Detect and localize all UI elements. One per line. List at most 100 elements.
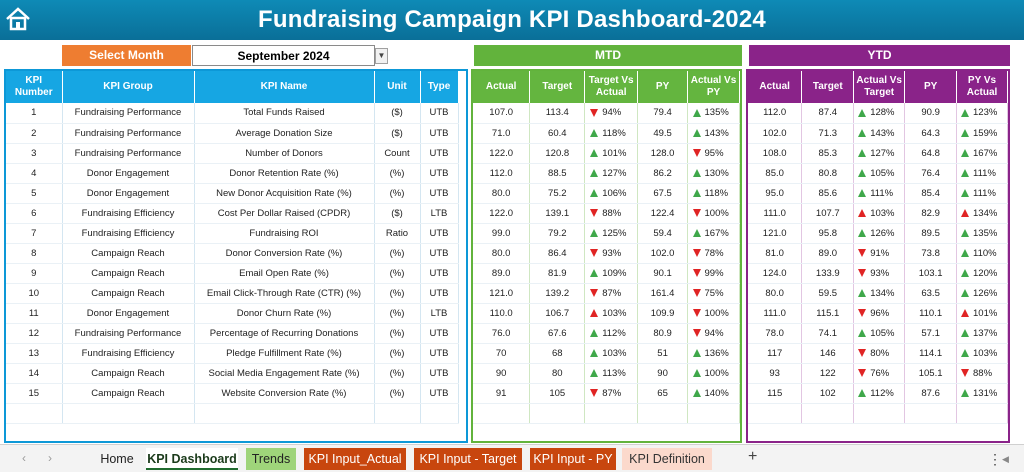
tab-kpi-input-py[interactable]: KPI Input - PY	[530, 448, 616, 470]
arrow-up-icon	[692, 348, 701, 357]
kpi-name-cell: Pledge Fulfillment Rate (%)	[194, 343, 375, 364]
mtd-indicator-cell: 100%	[687, 363, 740, 384]
ytd-row: 111.0 107.7 103% 82.9 134%	[748, 203, 1008, 224]
mtd-indicator-cell: 118%	[584, 123, 639, 144]
kpi-row: 5 Donor Engagement New Donor Acquisition R…	[6, 183, 459, 204]
mtd-percent-value: 75%	[704, 287, 724, 299]
mtd-py-cell: 122.4	[637, 203, 689, 224]
scroll-left-icon[interactable]: ‹	[22, 451, 26, 465]
mtd-percent-value: 100%	[704, 207, 729, 219]
mtd-indicator-cell: 136%	[687, 343, 740, 364]
ytd-actual-cell: 111.0	[748, 203, 803, 224]
ytd-py-cell: 87.6	[904, 383, 958, 404]
ytd-indicator-cell: 111%	[956, 163, 1008, 184]
ytd-percent-value: 111%	[973, 167, 996, 179]
mtd-target-cell: 139.2	[529, 283, 586, 304]
tab-trends[interactable]: Trends	[246, 448, 296, 470]
kpi-name-cell: Donor Conversion Rate (%)	[194, 243, 375, 264]
mtd-percent-value: 103%	[602, 347, 627, 359]
mtd-indicator-cell: 75%	[687, 283, 740, 304]
ytd-py-cell: 64.3	[904, 123, 958, 144]
ytd-actual-cell: 111.0	[748, 303, 803, 324]
kpi-row: 6 Fundraising Efficiency Cost Per Dollar R…	[6, 203, 459, 224]
arrow-up-icon	[858, 388, 867, 397]
empty-cell	[584, 403, 639, 424]
ytd-percent-value: 159%	[973, 127, 998, 139]
ytd-actual-cell: 85.0	[748, 163, 803, 184]
arrow-down-icon	[858, 268, 867, 277]
mtd-py-cell: 79.4	[637, 103, 689, 124]
ytd-percent-value: 105%	[870, 327, 895, 339]
more-options-icon[interactable]: ⋮	[988, 451, 1002, 468]
ytd-row: 102.0 71.3 143% 64.3 159%	[748, 123, 1008, 144]
ytd-py-cell: 76.4	[904, 163, 958, 184]
chevron-down-icon[interactable]: ▼	[375, 48, 388, 64]
mtd-percent-value: 112%	[602, 327, 626, 339]
mtd-header-target-vs-actual: Target Vs Actual	[584, 71, 639, 103]
ytd-indicator-cell: 105%	[853, 163, 906, 184]
scroll-right-icon[interactable]: ›	[48, 451, 52, 465]
ytd-actual-cell: 121.0	[748, 223, 803, 244]
mtd-indicator-cell: 100%	[687, 303, 740, 324]
mtd-target-cell: 88.5	[529, 163, 586, 184]
mtd-target-cell: 79.2	[529, 223, 586, 244]
mtd-py-cell: 59.4	[637, 223, 689, 244]
arrow-up-icon	[590, 368, 599, 377]
tab-kpi-dashboard[interactable]: KPI Dashboard	[146, 448, 238, 470]
select-month-dropdown[interactable]: September 2024	[192, 45, 375, 66]
mtd-actual-cell: 121.0	[473, 283, 531, 304]
arrow-down-icon	[692, 268, 701, 277]
kpi-group-cell: Campaign Reach	[62, 263, 195, 284]
ytd-target-cell: 85.3	[801, 143, 855, 164]
ytd-indicator-cell: 76%	[853, 363, 906, 384]
add-sheet-icon[interactable]: +	[748, 448, 757, 466]
tab-kpi-definition[interactable]: KPI Definition	[622, 448, 712, 470]
arrow-down-icon	[692, 288, 701, 297]
kpi-number-cell: 12	[6, 323, 63, 344]
mtd-target-cell: 105	[529, 383, 586, 404]
ytd-indicator-cell: 103%	[956, 343, 1008, 364]
arrow-down-icon	[692, 148, 701, 157]
arrow-up-icon	[692, 388, 701, 397]
tab-kpi-input-target[interactable]: KPI Input - Target	[414, 448, 522, 470]
ytd-actual-cell: 95.0	[748, 183, 803, 204]
arrow-down-icon	[858, 368, 867, 377]
mtd-percent-value: 87%	[602, 287, 622, 299]
ytd-header-py: PY	[904, 71, 958, 103]
kpi-number-cell: 6	[6, 203, 63, 224]
header-kpi-number: KPI Number	[6, 71, 63, 103]
mtd-row: 122.0 139.1 88% 122.4 100%	[473, 203, 740, 224]
arrow-up-icon	[961, 308, 970, 317]
unit-cell: (%)	[374, 323, 421, 344]
mtd-row: 112.0 88.5 127% 86.2 130%	[473, 163, 740, 184]
arrow-up-icon	[961, 388, 970, 397]
kpi-group-cell: Fundraising Performance	[62, 323, 195, 344]
arrow-up-icon	[961, 188, 970, 197]
mtd-percent-value: 109%	[602, 267, 627, 279]
ytd-target-cell: 87.4	[801, 103, 855, 124]
mtd-row: 122.0 120.8 101% 128.0 95%	[473, 143, 740, 164]
kpi-group-cell: Campaign Reach	[62, 363, 195, 384]
mtd-py-cell: 102.0	[637, 243, 689, 264]
scroll-arrow-icon[interactable]: ◀	[1002, 454, 1009, 465]
ytd-actual-cell: 112.0	[748, 103, 803, 124]
mtd-indicator-cell: 109%	[584, 263, 639, 284]
kpi-name-cell: Percentage of Recurring Donations	[194, 323, 375, 344]
arrow-down-icon	[692, 248, 701, 257]
arrow-down-icon	[692, 308, 701, 317]
kpi-group-cell: Fundraising Efficiency	[62, 343, 195, 364]
mtd-target-cell: 86.4	[529, 243, 586, 264]
mtd-py-cell: 51	[637, 343, 689, 364]
arrow-up-icon	[590, 168, 599, 177]
tab-home[interactable]: Home	[96, 448, 138, 470]
unit-cell: ($)	[374, 203, 421, 224]
mtd-table: Actual Target Target Vs Actual PY Actual…	[473, 71, 740, 424]
ytd-py-cell: 114.1	[904, 343, 958, 364]
kpi-number-cell: 11	[6, 303, 63, 324]
tab-kpi-input-actual[interactable]: KPI Input_Actual	[304, 448, 406, 470]
ytd-indicator-cell: 112%	[853, 383, 906, 404]
kpi-number-cell: 9	[6, 263, 63, 284]
mtd-percent-value: 127%	[602, 167, 627, 179]
arrow-up-icon	[590, 188, 599, 197]
ytd-row: 80.0 59.5 134% 63.5 126%	[748, 283, 1008, 304]
